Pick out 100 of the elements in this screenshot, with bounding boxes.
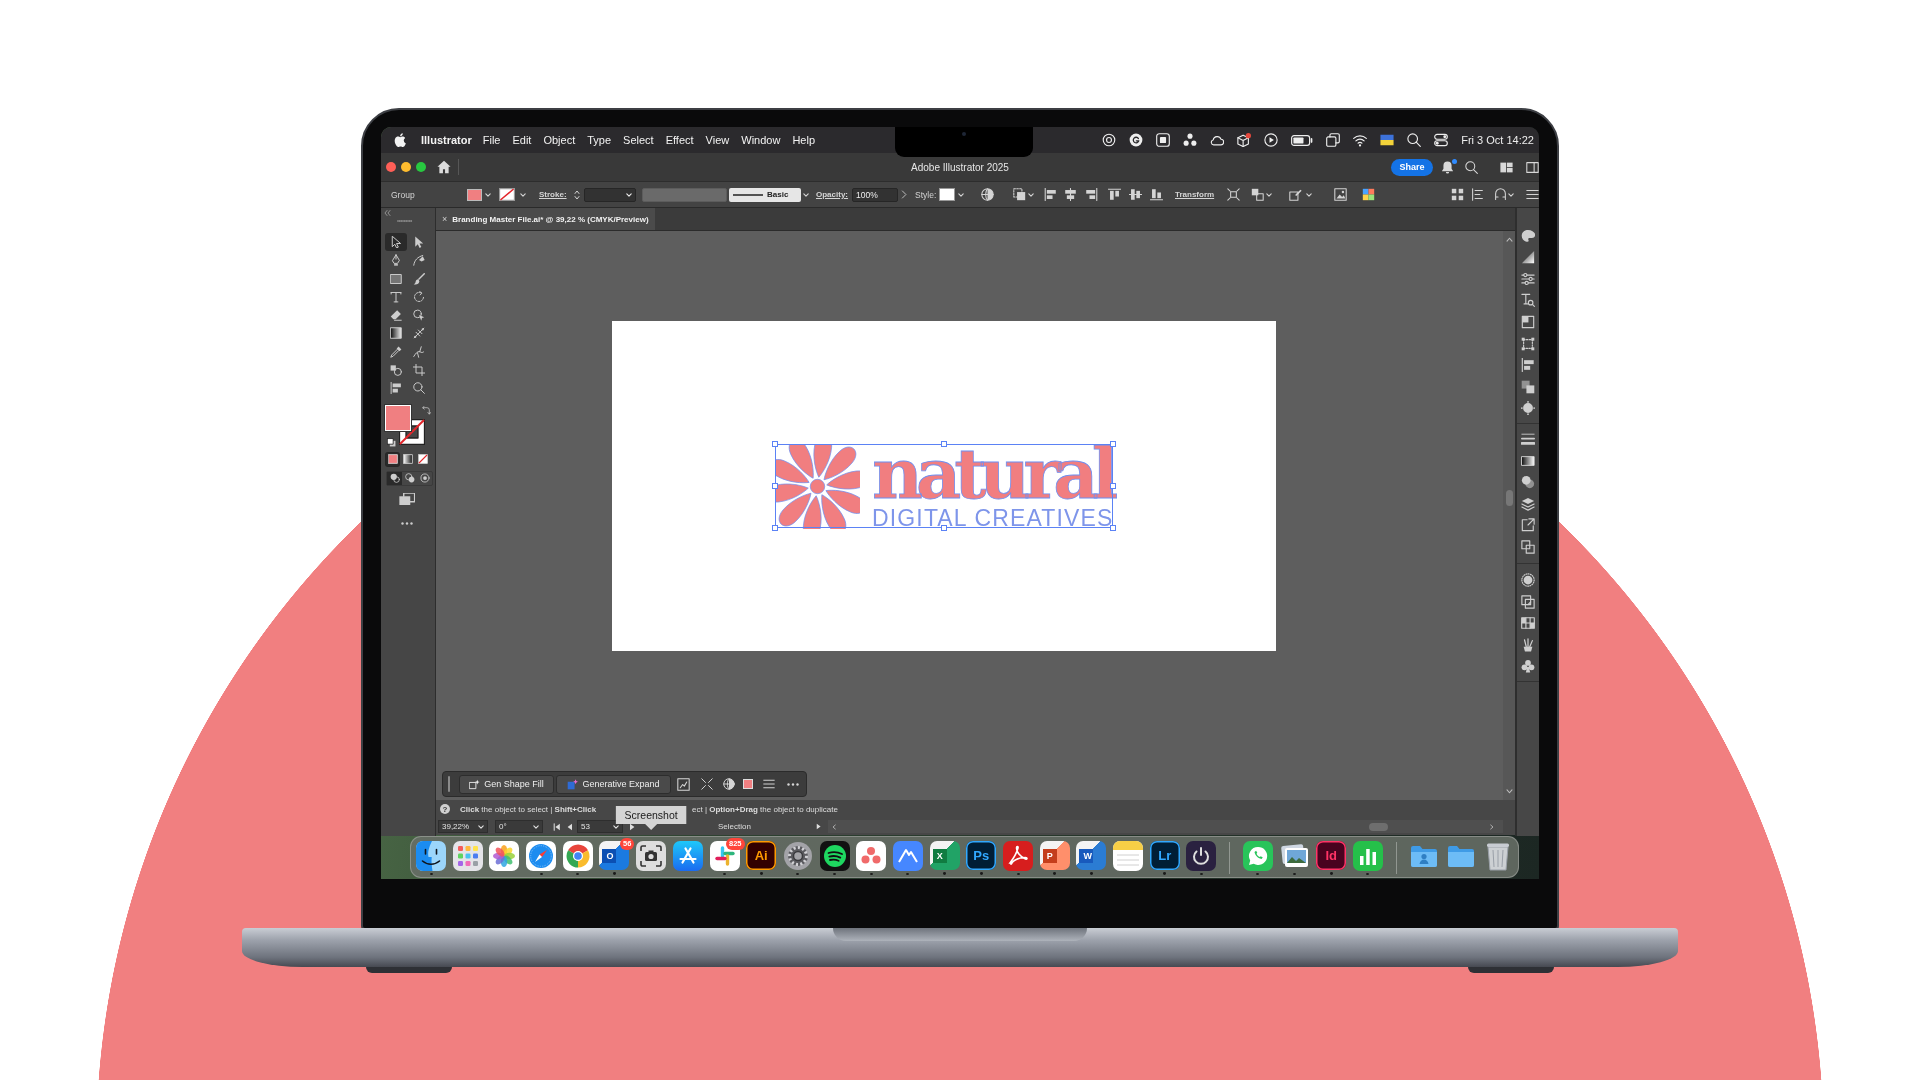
stroke-swatch[interactable] bbox=[499, 188, 515, 201]
opacity-field[interactable]: 100% bbox=[852, 187, 898, 202]
menu-item[interactable]: Window bbox=[735, 134, 787, 146]
dock-app-button[interactable]: Id bbox=[1316, 841, 1347, 871]
menu-item[interactable]: Type bbox=[581, 134, 618, 146]
arrow-down-icon[interactable] bbox=[1505, 789, 1513, 794]
dots-cluster-icon[interactable] bbox=[1183, 133, 1198, 147]
club-icon[interactable] bbox=[1521, 659, 1535, 674]
chat-bubble-icon[interactable] bbox=[1242, 841, 1273, 871]
dock-app-button[interactable]: P bbox=[1039, 841, 1070, 871]
overlapping-squares-icon[interactable] bbox=[1521, 539, 1535, 554]
prev-icon[interactable] bbox=[566, 822, 574, 831]
stroke-style-dropdown[interactable]: Basic bbox=[729, 187, 801, 202]
caret-icon[interactable] bbox=[1028, 192, 1034, 197]
wifi-icon[interactable] bbox=[1353, 133, 1368, 147]
gradient-triangle-icon[interactable] bbox=[1521, 250, 1535, 265]
dock-app-button[interactable]: X bbox=[929, 841, 960, 871]
app-menu[interactable]: Illustrator bbox=[406, 134, 477, 146]
menu-item[interactable]: Select bbox=[617, 134, 660, 146]
more-icon[interactable] bbox=[787, 782, 799, 786]
app-grid-icon[interactable] bbox=[452, 841, 483, 871]
zoom-level-field[interactable]: 39,22% bbox=[438, 820, 488, 833]
sound-arcs-icon[interactable] bbox=[819, 841, 850, 871]
menu-item[interactable]: Help bbox=[786, 134, 821, 146]
sphere-dots-icon[interactable] bbox=[1521, 401, 1535, 416]
swatches-grid-icon[interactable] bbox=[1521, 616, 1535, 631]
sidebar-panel-icon[interactable] bbox=[1526, 160, 1539, 174]
compass-icon[interactable] bbox=[526, 841, 557, 871]
task-bar-button[interactable]: Gen Shape Fill bbox=[459, 774, 554, 794]
dock-app-button[interactable]: Lr bbox=[1149, 841, 1180, 871]
color-mode-button[interactable] bbox=[416, 452, 429, 466]
transform-panel-link[interactable]: Transform bbox=[1175, 190, 1215, 199]
menu-bar-clock[interactable]: Fri 3 Oct 14:22 bbox=[1461, 134, 1534, 146]
loop-icon[interactable] bbox=[1003, 841, 1033, 871]
align-right-icon[interactable] bbox=[1085, 188, 1098, 201]
artboard-corner-icon[interactable] bbox=[1521, 315, 1535, 330]
draw-mode-button[interactable] bbox=[417, 471, 432, 485]
mountain-icon[interactable] bbox=[892, 841, 923, 871]
dock-app-button[interactable]: Ps bbox=[966, 841, 997, 871]
caret-icon[interactable] bbox=[485, 192, 491, 197]
magnet-icon[interactable] bbox=[1494, 188, 1507, 201]
palette-icon[interactable] bbox=[1521, 228, 1535, 243]
stroke-weights-icon[interactable] bbox=[1521, 431, 1535, 446]
spinner-arrows-icon[interactable] bbox=[574, 188, 580, 201]
sunburst-icon[interactable] bbox=[1521, 572, 1535, 587]
horizontal-scrollbar[interactable] bbox=[828, 820, 1503, 833]
linked-squares-icon[interactable] bbox=[1521, 594, 1535, 609]
search-icon[interactable] bbox=[1407, 133, 1422, 147]
circle-logo-icon[interactable] bbox=[1129, 133, 1144, 147]
notepad-icon[interactable] bbox=[1113, 841, 1144, 871]
fill-swatch[interactable] bbox=[743, 779, 753, 789]
power-symbol-icon[interactable] bbox=[1186, 841, 1217, 871]
vertical-scrollbar[interactable] bbox=[1503, 231, 1515, 800]
app-box-icon[interactable] bbox=[1156, 133, 1171, 147]
scroll-thumb[interactable] bbox=[1369, 822, 1388, 831]
chevron-right-icon[interactable] bbox=[901, 190, 907, 199]
play-arrow-icon[interactable] bbox=[815, 823, 822, 830]
export-arrow-icon[interactable] bbox=[1521, 518, 1535, 533]
scale-corners-icon[interactable] bbox=[1227, 188, 1240, 201]
bell-icon[interactable] bbox=[1441, 160, 1454, 174]
multicolor-blocks-icon[interactable] bbox=[1362, 188, 1375, 201]
artboard-number-field[interactable]: 53 bbox=[577, 820, 623, 833]
style-swatch[interactable] bbox=[939, 188, 955, 201]
arrows-in-icon[interactable] bbox=[701, 778, 713, 790]
panels-icon[interactable] bbox=[1500, 160, 1513, 174]
menu-item[interactable]: Effect bbox=[659, 134, 700, 146]
menu-lines-icon[interactable] bbox=[1526, 188, 1539, 201]
recolor-sphere-icon[interactable] bbox=[723, 778, 735, 790]
color-petals-icon[interactable] bbox=[489, 841, 520, 871]
color-mode-button[interactable] bbox=[386, 452, 399, 466]
align-panel-icon[interactable] bbox=[1521, 358, 1535, 373]
rotation-field[interactable]: 0° bbox=[495, 820, 543, 833]
more-icon[interactable] bbox=[401, 521, 413, 525]
draw-mode-button[interactable] bbox=[387, 471, 402, 485]
transparency-circles-icon[interactable] bbox=[1521, 475, 1535, 490]
menu-item[interactable]: File bbox=[476, 134, 507, 146]
fill-swatch[interactable] bbox=[467, 188, 482, 201]
caret-icon[interactable] bbox=[1508, 192, 1514, 197]
share-button[interactable]: Share bbox=[1391, 158, 1433, 176]
crossed-strokes-icon[interactable] bbox=[672, 841, 703, 871]
caret-icon[interactable] bbox=[520, 192, 526, 197]
document-tab[interactable]: × Branding Master File.ai* @ 39,22 % (CMYK/Preview) bbox=[436, 208, 655, 230]
arrow-right-icon[interactable] bbox=[1490, 823, 1494, 830]
brush-cup-icon[interactable] bbox=[1521, 637, 1535, 652]
smiling-face-icon[interactable] bbox=[416, 841, 446, 871]
align-hcenter-icon[interactable] bbox=[1064, 188, 1077, 201]
layers-icon[interactable] bbox=[1521, 496, 1535, 511]
menu-item[interactable]: Object bbox=[537, 134, 582, 146]
first-page-icon[interactable] bbox=[553, 822, 561, 831]
type-search-icon[interactable] bbox=[1521, 293, 1535, 308]
stroke-panel-link[interactable]: Stroke: bbox=[539, 190, 567, 199]
default-colors-icon[interactable] bbox=[387, 437, 396, 447]
opacity-panel-link[interactable]: Opacity: bbox=[816, 190, 848, 199]
play-circle-icon[interactable] bbox=[1264, 133, 1279, 147]
align-bottom-icon[interactable] bbox=[1150, 188, 1163, 201]
home-icon[interactable] bbox=[437, 160, 451, 174]
width-profile-field[interactable] bbox=[642, 187, 727, 202]
maximize-button[interactable] bbox=[416, 162, 426, 172]
tool-button[interactable] bbox=[385, 233, 407, 251]
segmented-ring-icon[interactable] bbox=[562, 841, 593, 871]
